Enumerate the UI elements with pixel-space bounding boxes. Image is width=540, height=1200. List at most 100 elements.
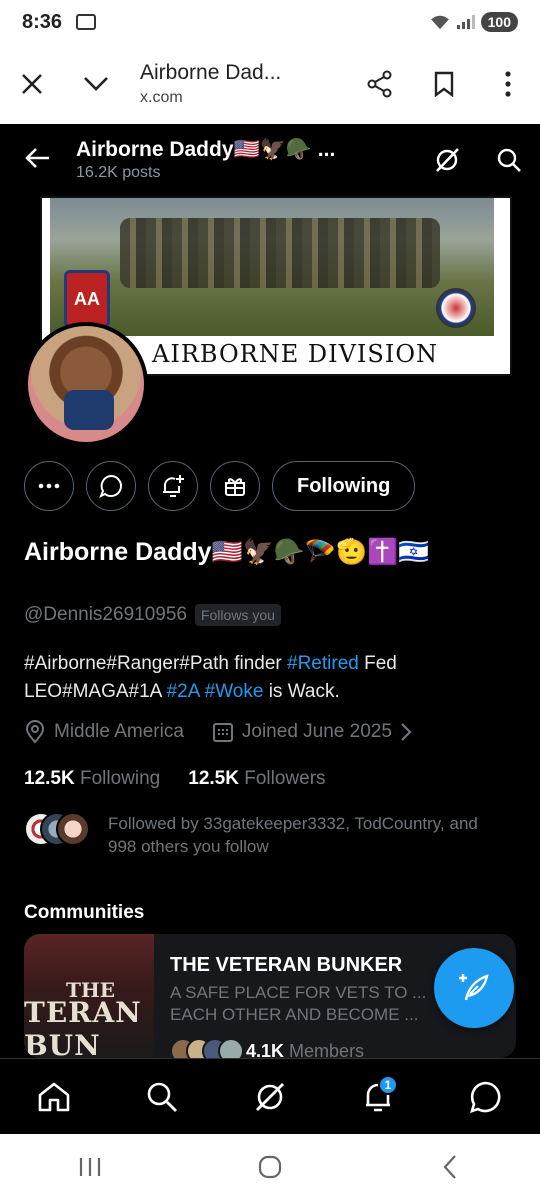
profile-meta: Middle America Joined June 2025 <box>24 720 412 744</box>
status-time: 8:36 <box>22 10 63 33</box>
followed-by-text: Followed by 33gatekeeper3332, TodCountry… <box>108 814 478 856</box>
chevron-right-icon[interactable] <box>400 722 412 742</box>
avatar[interactable] <box>24 322 148 446</box>
communities-heading: Communities <box>24 902 145 923</box>
hashtag-link[interactable]: #Retired <box>287 653 359 674</box>
bell-plus-icon <box>163 475 184 497</box>
close-icon <box>22 74 42 94</box>
community-description: A SAFE PLACE FOR VETS TO ... EACH OTHER … <box>170 983 427 1024</box>
banner-soldiers-image <box>120 218 440 288</box>
home-button[interactable] <box>240 1142 300 1192</box>
signal-icon <box>456 15 475 29</box>
more-menu-button[interactable] <box>476 44 540 124</box>
profile-location: Middle America <box>54 721 184 742</box>
status-bar: 8:36 100 <box>0 0 540 44</box>
bio-text: #Airborne#Ranger#Path finder <box>24 653 288 674</box>
community-thumbnail: THE TERAN BUN <box>24 934 154 1058</box>
profile-header: Airborne Daddy🇺🇸🦅🪖 ... 16.2K posts <box>0 124 540 196</box>
followed-by-row[interactable]: Followed by 33gatekeeper3332, TodCountry… <box>24 812 508 858</box>
recent-apps-button[interactable] <box>60 1142 120 1192</box>
community-thumbnail-text: TERAN BUN <box>24 996 142 1058</box>
minimize-tab-button[interactable] <box>64 44 128 124</box>
gift-icon <box>225 478 245 496</box>
compose-post-button[interactable] <box>434 948 514 1028</box>
search-button[interactable] <box>478 147 540 173</box>
member-avatars <box>170 1038 244 1058</box>
header-title-block: Airborne Daddy🇺🇸🦅🪖 ... 16.2K posts <box>76 138 416 182</box>
grok-icon <box>436 148 459 172</box>
screen-cast-icon <box>76 14 97 30</box>
division-seal-logo <box>436 288 476 328</box>
hashtag-link[interactable]: #2A <box>167 681 200 702</box>
close-tab-button[interactable] <box>0 44 64 124</box>
community-name: THE VETERAN BUNKER <box>170 954 403 976</box>
tab-notifications[interactable]: 1 <box>348 1067 408 1127</box>
page-title: Airborne Dad... <box>140 61 282 84</box>
back-button[interactable] <box>0 143 76 177</box>
bottom-tab-bar: 1 <box>0 1058 540 1134</box>
system-navigation-bar <box>0 1134 540 1200</box>
tab-home[interactable] <box>24 1067 84 1127</box>
followers-label: Followers <box>244 768 326 789</box>
message-bubble-icon <box>99 474 122 498</box>
community-members: 4.1K Members <box>170 1038 364 1058</box>
profile-actions: Following <box>24 460 524 512</box>
message-button[interactable] <box>86 461 136 511</box>
following-button[interactable]: Following <box>272 461 416 511</box>
location-pin-icon <box>25 720 45 744</box>
calendar-icon <box>212 723 233 742</box>
bio-text: is Wack. <box>263 681 340 702</box>
following-count: 12.5K <box>24 768 75 789</box>
handle-row: @Dennis26910956 Follows you <box>24 604 281 626</box>
page-url: x.com <box>140 89 183 106</box>
arrow-left-icon <box>25 148 49 168</box>
chevron-left-icon <box>443 1155 456 1179</box>
hashtag-link[interactable]: #Woke <box>205 681 264 702</box>
followers-count-link[interactable]: 12.5K Followers <box>188 768 325 790</box>
more-options-button[interactable] <box>24 461 74 511</box>
page-title-block: Airborne Dad... x.com <box>128 61 348 107</box>
followers-count: 12.5K <box>188 768 239 789</box>
share-icon <box>367 70 392 98</box>
notification-count-badge: 1 <box>378 1074 398 1095</box>
avatar <box>218 1038 244 1058</box>
system-back-button[interactable] <box>420 1142 480 1192</box>
tab-search[interactable] <box>132 1067 192 1127</box>
home-icon <box>38 1082 70 1111</box>
following-count-link[interactable]: 12.5K Following <box>24 768 160 790</box>
banner-caption: AIRBORNE DIVISION <box>152 340 438 368</box>
search-icon <box>497 148 521 172</box>
avatar <box>56 812 90 846</box>
following-label: Following <box>79 768 161 789</box>
community-member-count: 4.1K <box>246 1040 285 1059</box>
tab-messages[interactable] <box>456 1067 516 1127</box>
profile-joined-date: Joined June 2025 <box>241 721 392 742</box>
home-circle-icon <box>258 1155 282 1179</box>
subscribe-gift-button[interactable] <box>210 461 260 511</box>
wifi-icon <box>430 15 449 30</box>
tab-grok[interactable] <box>240 1067 300 1127</box>
bookmark-button[interactable] <box>412 44 476 124</box>
profile-bio: #Airborne#Ranger#Path finder #Retired Fe… <box>24 650 514 706</box>
airborne-patch-logo: AA <box>64 270 110 328</box>
recent-apps-icon <box>79 1158 101 1176</box>
more-vertical-icon <box>505 71 511 97</box>
grok-button[interactable] <box>416 146 478 174</box>
share-button[interactable] <box>348 44 412 124</box>
browser-toolbar: Airborne Dad... x.com <box>0 44 540 124</box>
more-horizontal-icon <box>38 483 60 489</box>
grok-icon <box>256 1082 284 1111</box>
search-icon <box>147 1082 177 1112</box>
status-indicators: 100 <box>429 12 518 32</box>
notify-button[interactable] <box>148 461 198 511</box>
banner-photo: AA <box>50 198 494 336</box>
follow-counts: 12.5K Following 12.5K Followers <box>24 768 326 790</box>
header-name: Airborne Daddy🇺🇸🦅🪖 ... <box>76 138 336 161</box>
profile-display-name: Airborne Daddy🇺🇸🦅🪖🪂🫡✝️🇮🇱 <box>24 538 430 566</box>
chevron-down-icon <box>84 77 108 91</box>
feather-plus-icon <box>459 974 489 1001</box>
battery-indicator: 100 <box>480 12 518 32</box>
avatar-bear-image <box>64 390 114 430</box>
message-bubble-icon <box>470 1081 501 1113</box>
profile-handle: @Dennis26910956 <box>24 604 187 625</box>
